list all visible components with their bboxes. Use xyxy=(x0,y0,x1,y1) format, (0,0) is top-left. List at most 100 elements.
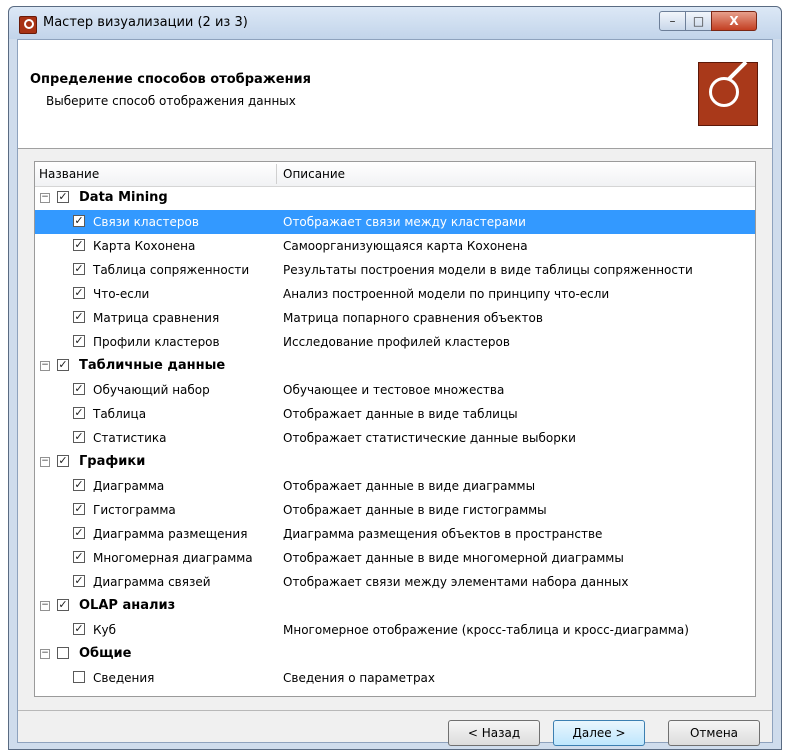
column-header: Название Описание xyxy=(35,162,755,187)
wizard-header: Определение способов отображения Выберит… xyxy=(18,40,772,149)
wizard-icon xyxy=(698,60,758,126)
item-row[interactable]: ✓ Гистограмма Отображает данные в виде гис… xyxy=(35,498,755,522)
item-checkbox[interactable]: ✓ xyxy=(73,503,85,515)
item-row[interactable]: ✓ Таблица сопряженности Результаты построе… xyxy=(35,258,755,282)
item-row[interactable]: ✓ Куб Многомерное отображение (кросс-табли… xyxy=(35,618,755,642)
collapse-icon[interactable]: − xyxy=(40,457,50,467)
item-row[interactable]: ✓ Связи кластеров Отображает связи между к… xyxy=(35,210,755,234)
item-name: Диаграмма xyxy=(93,479,165,493)
next-button[interactable]: Далее > xyxy=(553,720,645,746)
item-description: Результаты построения модели в виде табл… xyxy=(283,263,693,277)
item-description: Отображает данные в виде таблицы xyxy=(283,407,518,421)
item-name: Многомерная диаграмма xyxy=(93,551,253,565)
title-bar[interactable]: Мастер визуализации (2 из 3) – □ X xyxy=(9,7,781,39)
item-description: Отображает связи между элементами набора… xyxy=(283,575,629,589)
item-row[interactable]: ✓ Матрица сравнения Матрица попарного срав… xyxy=(35,306,755,330)
item-checkbox[interactable]: ✓ xyxy=(73,479,85,491)
group-row[interactable]: − ✓ Графики xyxy=(35,450,755,474)
item-checkbox[interactable]: ✓ xyxy=(73,407,85,419)
item-name: Что-если xyxy=(93,287,150,301)
item-name: Профили кластеров xyxy=(93,335,220,349)
item-row[interactable]: ✓ Многомерная диаграмма Отображает данные … xyxy=(35,546,755,570)
item-description: Матрица попарного сравнения объектов xyxy=(283,311,543,325)
group-row[interactable]: − Общие xyxy=(35,642,755,666)
item-row[interactable]: ✓ Таблица Отображает данные в виде таблицы xyxy=(35,402,755,426)
group-checkbox[interactable]: ✓ xyxy=(57,359,69,371)
item-name: Гистограмма xyxy=(93,503,176,517)
item-description: Отображает данные в виде многомерной диа… xyxy=(283,551,624,565)
item-checkbox[interactable]: ✓ xyxy=(73,263,85,275)
group-checkbox[interactable]: ✓ xyxy=(57,599,69,611)
item-row[interactable]: ✓ Статистика Отображает статистические дан… xyxy=(35,426,755,450)
item-description: Самоорганизующаяся карта Кохонена xyxy=(283,239,528,253)
item-checkbox[interactable]: ✓ xyxy=(73,383,85,395)
item-row[interactable]: Сведения Сведения о параметрах xyxy=(35,666,755,690)
group-checkbox[interactable]: ✓ xyxy=(57,455,69,467)
item-description: Анализ построенной модели по принципу чт… xyxy=(283,287,610,301)
column-description-header[interactable]: Описание xyxy=(283,167,345,181)
close-button[interactable]: X xyxy=(711,11,757,31)
item-name: Статистика xyxy=(93,431,167,445)
magnifier-handle-icon xyxy=(727,60,748,81)
collapse-icon[interactable]: − xyxy=(40,193,50,203)
group-checkbox[interactable] xyxy=(57,647,69,659)
item-name: Матрица сравнения xyxy=(93,311,220,325)
item-name: Обучающий набор xyxy=(93,383,210,397)
column-name-header[interactable]: Название xyxy=(39,167,99,181)
item-description: Исследование профилей кластеров xyxy=(283,335,510,349)
item-checkbox[interactable]: ✓ xyxy=(73,431,85,443)
item-description: Отображает статистические данные выборки xyxy=(283,431,576,445)
item-checkbox[interactable]: ✓ xyxy=(73,215,85,227)
page-subtitle: Выберите способ отображения данных xyxy=(46,94,296,108)
item-description: Отображает данные в виде гистограммы xyxy=(283,503,547,517)
item-row[interactable]: ✓ Диаграмма размещения Диаграмма размещени… xyxy=(35,522,755,546)
group-checkbox[interactable]: ✓ xyxy=(57,191,69,203)
item-checkbox[interactable]: ✓ xyxy=(73,575,85,587)
collapse-icon[interactable]: − xyxy=(40,361,50,371)
dialog-body: Определение способов отображения Выберит… xyxy=(17,39,773,746)
item-name: Диаграмма связей xyxy=(93,575,211,589)
window-title: Мастер визуализации (2 из 3) xyxy=(43,15,248,30)
item-description: Отображает связи между кластерами xyxy=(283,215,526,229)
page-title: Определение способов отображения xyxy=(30,72,312,87)
item-name: Связи кластеров xyxy=(93,215,199,229)
item-row[interactable]: ✓ Профили кластеров Исследование профилей … xyxy=(35,330,755,354)
item-name: Куб xyxy=(93,623,117,637)
collapse-icon[interactable]: − xyxy=(40,649,50,659)
item-checkbox[interactable]: ✓ xyxy=(73,239,85,251)
group-label: Data Mining xyxy=(79,190,168,205)
item-description: Отображает данные в виде диаграммы xyxy=(283,479,536,493)
item-name: Таблица xyxy=(93,407,147,421)
item-name: Диаграмма размещения xyxy=(93,527,248,541)
item-name: Сведения xyxy=(93,671,155,685)
group-label: Графики xyxy=(79,454,146,469)
item-row[interactable]: ✓ Диаграмма Отображает данные в виде диагр… xyxy=(35,474,755,498)
item-checkbox[interactable]: ✓ xyxy=(73,287,85,299)
item-row[interactable]: ✓ Диаграмма связей Отображает связи между … xyxy=(35,570,755,594)
item-checkbox[interactable]: ✓ xyxy=(73,551,85,563)
visualization-tree[interactable]: Название Описание − ✓ Data Mining ✓ Связи кл… xyxy=(34,161,756,697)
item-row[interactable]: ✓ Что-если Анализ построенной модели по пр… xyxy=(35,282,755,306)
item-row[interactable]: ✓ Карта Кохонена Самоорганизующаяся карта … xyxy=(35,234,755,258)
column-separator[interactable] xyxy=(276,164,277,184)
item-checkbox[interactable]: ✓ xyxy=(73,335,85,347)
item-checkbox[interactable]: ✓ xyxy=(73,623,85,635)
item-row[interactable]: ✓ Обучающий набор Обучающее и тестовое мно… xyxy=(35,378,755,402)
group-row[interactable]: − ✓ Табличные данные xyxy=(35,354,755,378)
group-label: Табличные данные xyxy=(79,358,226,373)
cancel-button[interactable]: Отмена xyxy=(668,720,760,746)
collapse-icon[interactable]: − xyxy=(40,601,50,611)
back-button[interactable]: < Назад xyxy=(448,720,540,746)
group-row[interactable]: − ✓ Data Mining xyxy=(35,186,755,210)
item-description: Сведения о параметрах xyxy=(283,671,436,685)
item-checkbox[interactable] xyxy=(73,671,85,683)
minimize-button[interactable]: – xyxy=(659,11,686,31)
group-label: Общие xyxy=(79,646,132,661)
maximize-button[interactable]: □ xyxy=(685,11,712,31)
item-checkbox[interactable]: ✓ xyxy=(73,311,85,323)
item-description: Обучающее и тестовое множества xyxy=(283,383,505,397)
item-checkbox[interactable]: ✓ xyxy=(73,527,85,539)
app-icon xyxy=(19,16,37,34)
group-row[interactable]: − ✓ OLAP анализ xyxy=(35,594,755,618)
item-description: Многомерное отображение (кросс-таблица и… xyxy=(283,623,689,637)
